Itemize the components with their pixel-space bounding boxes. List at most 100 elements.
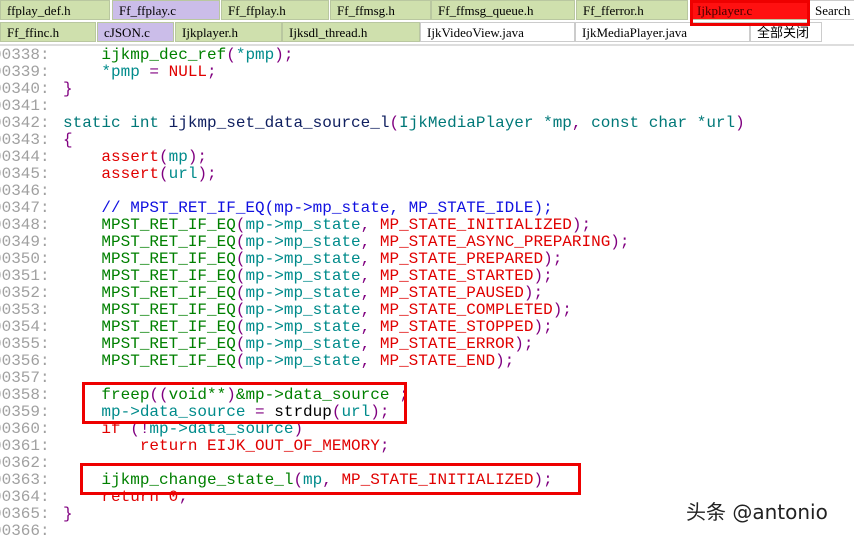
- code-text: assert(url);: [63, 165, 217, 183]
- code-line: 00356: MPST_RET_IF_EQ(mp->mp_state, MP_S…: [0, 353, 854, 370]
- code-token: strdup: [274, 403, 332, 421]
- tab-cjson-c[interactable]: cJSON.c: [97, 22, 174, 42]
- tab-ijkplayer-c[interactable]: Ijkplayer.c: [690, 0, 808, 20]
- code-token: (: [235, 301, 246, 319]
- code-token: url: [341, 403, 371, 421]
- code-token: );: [187, 148, 208, 166]
- line-number: 00338:: [0, 46, 50, 64]
- code-text: MPST_RET_IF_EQ(mp->mp_state, MP_STATE_ST…: [63, 267, 553, 285]
- code-token: (: [235, 318, 246, 336]
- code-text: return EIJK_OUT_OF_MEMORY;: [63, 438, 390, 455]
- code-token: mp->mp_state: [245, 335, 361, 353]
- code-token: }: [63, 505, 73, 523]
- line-number: 00354:: [0, 318, 50, 336]
- line-number: 00357:: [0, 369, 50, 387]
- code-text: freep((void**)&mp->data_source ;: [63, 386, 409, 404]
- line-number: 00342:: [0, 114, 50, 132]
- line-number: 00349:: [0, 233, 50, 251]
- code-token: mp->mp_state: [245, 233, 361, 251]
- code-text: }: [63, 81, 73, 98]
- code-line: 00353: MPST_RET_IF_EQ(mp->mp_state, MP_S…: [0, 302, 854, 319]
- code-token: );: [495, 352, 515, 370]
- code-token: {: [63, 131, 73, 149]
- code-line: 00358: freep((void**)&mp->data_source ;: [0, 387, 854, 404]
- code-token: MP_STATE_INITIALIZED: [341, 471, 534, 489]
- tab-bar-row-2: Ff_ffinc.h cJSON.c Ijkplayer.h Ijksdl_threa…: [0, 22, 854, 43]
- code-token: );: [543, 250, 563, 268]
- code-line: 00361: return EIJK_OUT_OF_MEMORY;: [0, 438, 854, 455]
- code-token: (: [293, 471, 304, 489]
- code-token: );: [533, 471, 553, 489]
- code-token: IjkMediaPlayer *mp: [399, 114, 572, 132]
- line-number: 00343:: [0, 131, 50, 149]
- code-token: }: [63, 80, 73, 98]
- code-token: ): [735, 114, 745, 132]
- code-token: );: [197, 165, 217, 183]
- code-line: 00347: // MPST_RET_IF_EQ(mp->mp_state, M…: [0, 200, 854, 217]
- code-token: ijkmp_dec_ref: [63, 46, 227, 64]
- line-number: 00344:: [0, 148, 50, 166]
- code-line: 00340:}: [0, 81, 854, 98]
- code-token: const char *url: [591, 114, 736, 132]
- code-token: mp->mp_state: [245, 250, 361, 268]
- code-line: 00341:: [0, 98, 854, 115]
- code-token: ;: [207, 63, 217, 81]
- code-token: mp->data_source: [149, 420, 294, 438]
- tab--[interactable]: 全部关闭: [750, 22, 822, 42]
- line-number: 00353:: [0, 301, 50, 319]
- code-editor[interactable]: 00338: ijkmp_dec_ref(*pmp);00339: *pmp =…: [0, 47, 854, 540]
- tab-ijkmediaplayer-java[interactable]: IjkMediaPlayer.java: [575, 22, 750, 42]
- code-text: }: [63, 506, 73, 523]
- code-token: MPST_RET_IF_EQ: [63, 216, 236, 234]
- tab-ff-ffinc-h[interactable]: Ff_ffinc.h: [0, 22, 96, 42]
- code-token: MP_STATE_COMPLETED: [379, 301, 553, 319]
- code-token: static int: [63, 114, 169, 132]
- code-line: 00348: MPST_RET_IF_EQ(mp->mp_state, MP_S…: [0, 217, 854, 234]
- code-text: ijkmp_dec_ref(*pmp);: [63, 47, 293, 64]
- code-text: {: [63, 132, 73, 149]
- code-token: ,: [360, 216, 380, 234]
- tab-ff-ffmsg-h[interactable]: Ff_ffmsg.h: [330, 0, 431, 20]
- code-token: ,: [360, 233, 380, 251]
- code-token: (: [235, 216, 246, 234]
- code-token: ,: [360, 318, 380, 336]
- tab-ijksdl-thread-h[interactable]: Ijksdl_thread.h: [282, 22, 420, 42]
- code-token: );: [533, 318, 553, 336]
- line-number: 00361:: [0, 437, 50, 455]
- code-token: mp->mp_state: [245, 284, 361, 302]
- tab-ff-ffplay-h[interactable]: Ff_ffplay.h: [221, 0, 329, 20]
- code-token: mp->data_source: [63, 403, 256, 421]
- line-number: 00346:: [0, 182, 50, 200]
- line-number: 00365:: [0, 505, 50, 523]
- code-token: mp: [168, 148, 188, 166]
- code-line: 00366:: [0, 523, 854, 540]
- code-token: );: [533, 267, 553, 285]
- code-token: );: [571, 216, 592, 234]
- tab-ff-ffmsg-queue-h[interactable]: Ff_ffmsg_queue.h: [431, 0, 575, 20]
- line-number: 00345:: [0, 165, 50, 183]
- code-token: url: [168, 165, 198, 183]
- tab-ff-ffplay-c[interactable]: Ff_ffplay.c: [112, 0, 220, 20]
- tab-ijkvideoview-java[interactable]: IjkVideoView.java: [420, 22, 575, 42]
- line-number: 00359:: [0, 403, 50, 421]
- code-text: MPST_RET_IF_EQ(mp->mp_state, MP_STATE_CO…: [63, 301, 571, 319]
- code-line: 00357:: [0, 370, 854, 387]
- line-number: 00339:: [0, 63, 50, 81]
- code-token: ((: [149, 386, 169, 404]
- tab-ff-fferror-h[interactable]: Ff_fferror.h: [576, 0, 688, 20]
- line-number: 00355:: [0, 335, 50, 353]
- code-token: ,: [322, 471, 342, 489]
- code-text: MPST_RET_IF_EQ(mp->mp_state, MP_STATE_PA…: [63, 285, 543, 302]
- line-number: 00340:: [0, 80, 50, 98]
- code-token: (: [389, 114, 400, 132]
- code-line: 00362:: [0, 455, 854, 472]
- tab-ijkplayer-h[interactable]: Ijkplayer.h: [175, 22, 282, 42]
- line-number: 00364:: [0, 488, 50, 506]
- search-box[interactable]: Search: [808, 0, 854, 20]
- tab-ffplay-def-h[interactable]: ffplay_def.h: [0, 0, 110, 20]
- code-text: mp->data_source = strdup(url);: [63, 404, 389, 421]
- code-token: ;: [389, 386, 409, 404]
- code-text: ijkmp_change_state_l(mp, MP_STATE_INITIA…: [63, 471, 553, 489]
- code-token: ,: [360, 284, 380, 302]
- code-token: mp->mp_state: [245, 301, 361, 319]
